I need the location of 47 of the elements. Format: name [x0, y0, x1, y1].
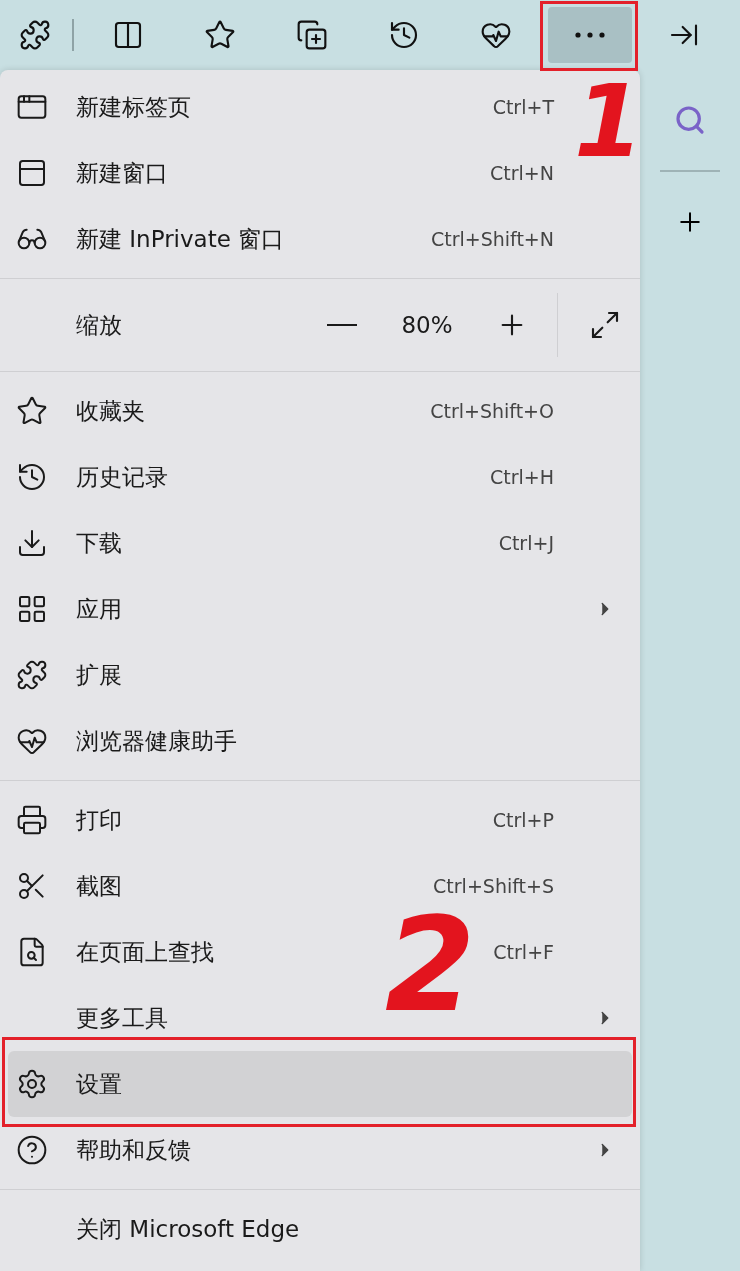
menu-item[interactable]: 浏览器健康助手	[76, 725, 237, 757]
download-icon	[16, 527, 48, 559]
puzzle-icon	[19, 19, 51, 51]
menu-item[interactable]: 在页面上查找	[76, 936, 214, 968]
menu-item[interactable]: 关闭 Microsoft Edge	[76, 1213, 300, 1245]
menu-item[interactable]: 更多工具	[76, 1002, 168, 1034]
menu-item[interactable]: 设置	[8, 1051, 632, 1117]
printer-icon	[16, 804, 48, 836]
annotation-number: 1	[574, 72, 644, 172]
shortcut: Ctrl+Shift+S	[433, 875, 554, 897]
star-icon	[204, 19, 236, 51]
menu-item[interactable]: 收藏夹	[76, 395, 145, 427]
zoom-label: 缩放	[76, 310, 122, 340]
shortcut: Ctrl+N	[490, 162, 554, 184]
apps-icon	[16, 593, 48, 625]
menu-item[interactable]: 历史记录	[76, 461, 168, 493]
menu-item[interactable]: 帮助和反馈	[76, 1134, 191, 1166]
menu-item[interactable]: 应用	[76, 593, 122, 625]
shortcut: Ctrl+H	[490, 466, 554, 488]
more-icon	[575, 32, 605, 38]
history-icon	[16, 461, 48, 493]
menu-item[interactable]: 新建标签页	[76, 91, 191, 123]
shortcut: Ctrl+Shift+N	[430, 228, 554, 250]
menu-item[interactable]: 扩展	[76, 659, 122, 691]
add-collection-icon	[296, 19, 328, 51]
expand-icon	[589, 309, 621, 341]
star-icon	[16, 395, 48, 427]
shortcut: Ctrl+F	[493, 941, 554, 963]
menu-item[interactable]: 新建 InPrivate 窗口	[76, 223, 285, 255]
shortcut: Ctrl+J	[498, 532, 554, 554]
settings-icon	[16, 1068, 48, 1100]
split-screen-icon	[112, 19, 144, 51]
puzzle-icon	[16, 659, 48, 691]
history-icon	[388, 19, 420, 51]
zoom-value: 80%	[400, 312, 454, 338]
window-icon	[16, 157, 48, 189]
minus-icon	[327, 324, 357, 326]
shortcut: Ctrl+T	[492, 96, 554, 118]
menu-item[interactable]: 下载	[76, 527, 122, 559]
menu-item[interactable]: 截图	[76, 870, 122, 902]
shortcut: Ctrl+Shift+O	[430, 400, 554, 422]
annotation-number: 2	[385, 900, 476, 1030]
menu-item[interactable]: 新建窗口	[76, 157, 168, 189]
menu-item[interactable]: 打印	[76, 804, 122, 836]
help-icon	[16, 1134, 48, 1166]
shortcut: Ctrl+P	[492, 809, 554, 831]
search-icon	[674, 104, 706, 136]
